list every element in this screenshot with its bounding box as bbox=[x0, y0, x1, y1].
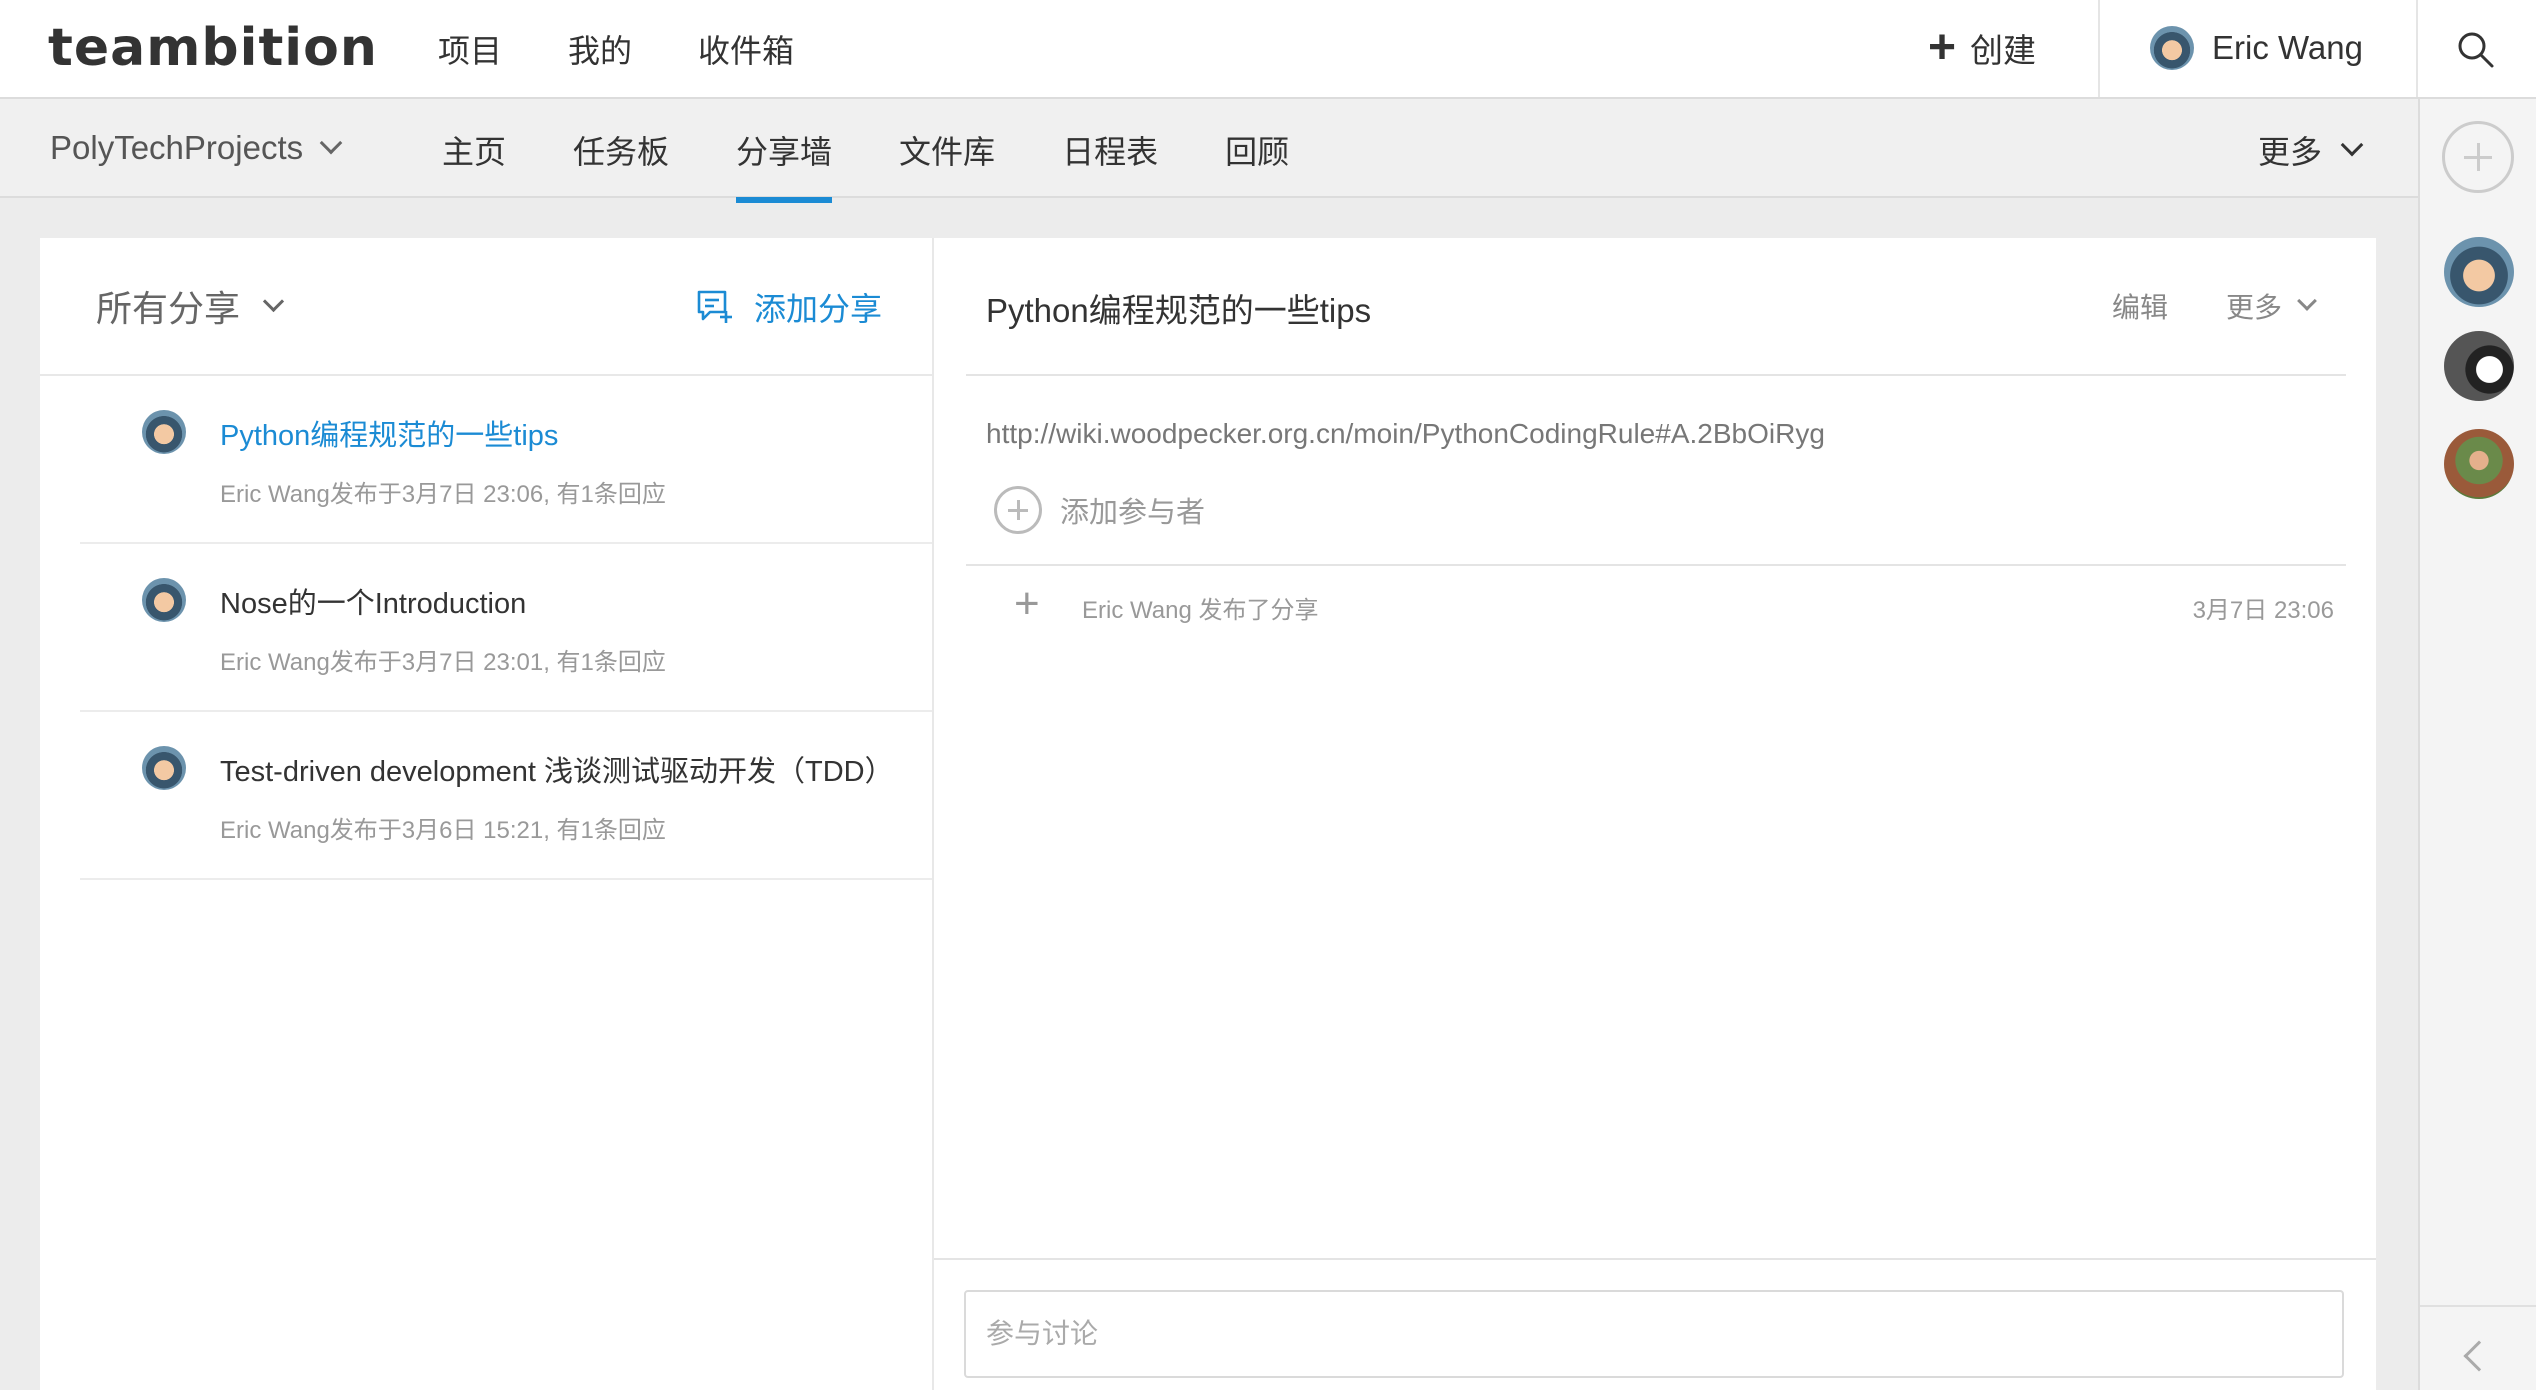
detail-title: Python编程规范的一些tips bbox=[986, 292, 1372, 329]
divider bbox=[966, 374, 2346, 376]
more-label: 更多 bbox=[2258, 134, 2323, 170]
avatar bbox=[142, 410, 186, 454]
comment-input[interactable] bbox=[964, 1290, 2344, 1378]
more-button[interactable]: 更多 bbox=[2225, 286, 2317, 326]
user-name: Eric Wang bbox=[2212, 29, 2363, 66]
list-item[interactable]: Test-driven development 浅谈测试驱动开发（TDD） Er… bbox=[80, 712, 932, 880]
search-icon[interactable] bbox=[2454, 28, 2498, 72]
plus-icon: + bbox=[1014, 579, 1040, 628]
tab-files[interactable]: 文件库 bbox=[899, 127, 995, 203]
nav-mine[interactable]: 我的 bbox=[568, 26, 632, 72]
plus-icon: + bbox=[1928, 21, 1957, 74]
member-avatar[interactable] bbox=[2444, 237, 2514, 307]
add-comment-icon bbox=[697, 290, 732, 323]
more-menu[interactable]: 更多 bbox=[2258, 127, 2364, 173]
share-title: Nose的一个Introduction bbox=[220, 588, 527, 620]
share-meta: Eric Wang发布于3月7日 23:06, 有1条回应 bbox=[220, 481, 666, 508]
avatar bbox=[142, 578, 186, 622]
add-participant-button[interactable]: 添加参与者 bbox=[994, 486, 1205, 534]
share-filter[interactable]: 所有分享 bbox=[96, 280, 285, 332]
user-menu[interactable]: Eric Wang bbox=[2150, 22, 2363, 74]
chevron-down-icon bbox=[319, 131, 343, 155]
list-item[interactable]: Nose的一个Introduction Eric Wang发布于3月7日 23:… bbox=[80, 544, 932, 712]
member-avatar[interactable] bbox=[2444, 331, 2514, 401]
project-selector[interactable]: PolyTechProjects bbox=[50, 129, 343, 167]
chevron-down-icon bbox=[2340, 133, 2364, 157]
share-link[interactable]: http://wiki.woodpecker.org.cn/moin/Pytho… bbox=[986, 418, 1825, 450]
chevron-down-icon bbox=[262, 290, 285, 312]
share-title: Test-driven development 浅谈测试驱动开发（TDD） bbox=[220, 756, 894, 788]
divider bbox=[966, 564, 2346, 566]
project-tabs: 主页 任务板 分享墙 文件库 日程表 回顾 bbox=[442, 127, 1356, 203]
tab-tasks[interactable]: 任务板 bbox=[573, 127, 669, 203]
create-button[interactable]: + 创建 bbox=[1928, 22, 2036, 74]
member-rail bbox=[2418, 99, 2536, 1390]
share-meta: Eric Wang发布于3月7日 23:01, 有1条回应 bbox=[220, 649, 666, 676]
activity-text: Eric Wang 发布了分享 bbox=[1082, 597, 1319, 624]
divider bbox=[2098, 0, 2100, 97]
share-title: Python编程规范的一些tips bbox=[220, 420, 559, 452]
nav-projects[interactable]: 项目 bbox=[438, 26, 502, 72]
more-label: 更多 bbox=[2225, 292, 2282, 323]
list-item[interactable]: Python编程规范的一些tips Eric Wang发布于3月7日 23:06… bbox=[80, 376, 932, 544]
collapse-icon[interactable] bbox=[2463, 1340, 2495, 1372]
create-label: 创建 bbox=[1970, 32, 2037, 69]
avatar bbox=[2150, 26, 2194, 70]
divider bbox=[2420, 1305, 2536, 1307]
tab-review[interactable]: 回顾 bbox=[1225, 127, 1289, 203]
app-logo[interactable]: teambition bbox=[48, 18, 378, 78]
activity-time: 3月7日 23:06 bbox=[2192, 597, 2334, 624]
top-nav: 项目 我的 收件箱 bbox=[438, 26, 860, 72]
add-circle-icon bbox=[994, 486, 1042, 534]
avatar bbox=[142, 746, 186, 790]
detail-actions: 编辑 更多 bbox=[2112, 286, 2317, 326]
add-share-button[interactable]: 添加分享 bbox=[696, 284, 882, 330]
tab-shares[interactable]: 分享墙 bbox=[736, 127, 833, 203]
project-name: PolyTechProjects bbox=[50, 129, 304, 166]
project-nav: PolyTechProjects 主页 任务板 分享墙 文件库 日程表 回顾 更… bbox=[0, 99, 2418, 203]
add-member-icon[interactable] bbox=[2442, 121, 2514, 193]
share-meta: Eric Wang发布于3月6日 15:21, 有1条回应 bbox=[220, 817, 666, 844]
edit-button[interactable]: 编辑 bbox=[2112, 286, 2168, 326]
add-participant-label: 添加参与者 bbox=[1060, 497, 1206, 529]
add-share-label: 添加分享 bbox=[753, 291, 882, 327]
tab-calendar[interactable]: 日程表 bbox=[1062, 127, 1158, 203]
comment-area bbox=[934, 1258, 2376, 1390]
share-detail-panel: Python编程规范的一些tips 编辑 更多 http://wiki.wood… bbox=[932, 238, 2376, 1390]
chevron-down-icon bbox=[2297, 291, 2317, 311]
member-avatar[interactable] bbox=[2444, 429, 2514, 499]
divider bbox=[2416, 0, 2418, 97]
filter-label: 所有分享 bbox=[96, 288, 241, 329]
share-list-panel: 所有分享 添加分享 Python编程规范的一些tips Eric Wang发布于… bbox=[40, 238, 932, 1390]
tab-home[interactable]: 主页 bbox=[442, 127, 506, 203]
top-header: teambition 项目 我的 收件箱 + 创建 Eric Wang bbox=[0, 0, 2536, 99]
nav-inbox[interactable]: 收件箱 bbox=[698, 26, 794, 72]
